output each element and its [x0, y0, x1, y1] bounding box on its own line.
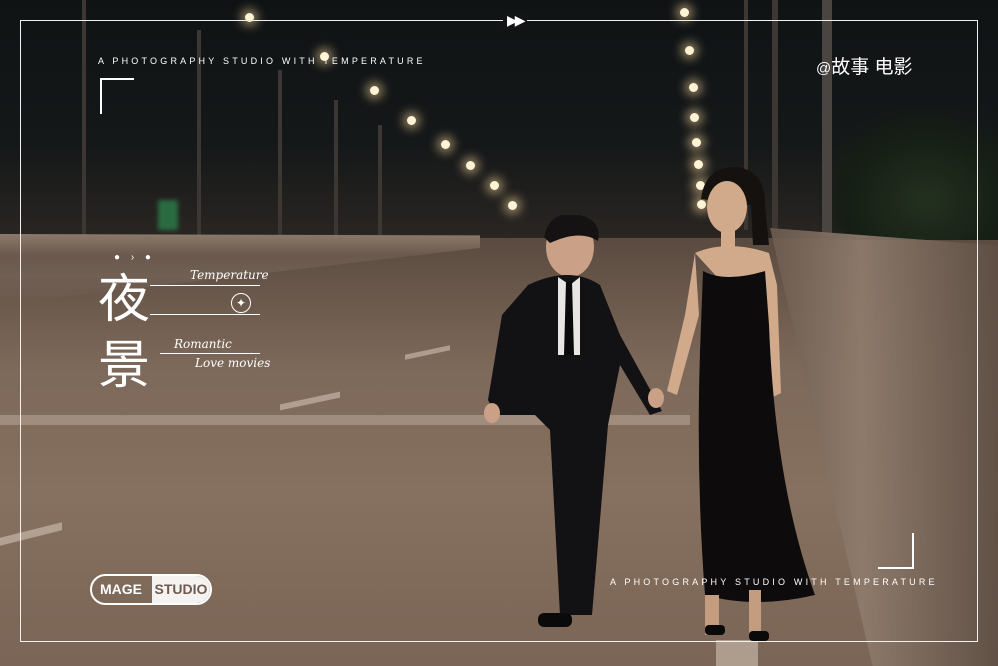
- script-temperature: Temperature: [190, 268, 269, 282]
- credit-label: @故事 电影: [816, 52, 913, 79]
- script-romantic: Romantic: [174, 337, 232, 351]
- logo-left-text: MAGE: [100, 581, 142, 597]
- script-love-movies: Love movies: [195, 356, 271, 370]
- divider-line: [150, 314, 260, 315]
- outer-frame: [20, 20, 978, 642]
- photo-canvas: ▶▶ A PHOTOGRAPHY STUDIO WITH TEMPERATURE…: [0, 0, 998, 666]
- title-char-night: 夜: [98, 270, 151, 330]
- street-lamp: [680, 8, 689, 17]
- at-symbol: @: [816, 60, 832, 77]
- credit-text: 故事 电影: [831, 57, 913, 78]
- fast-forward-icon: ▶▶: [503, 12, 527, 29]
- dots-decoration: ● › ●: [114, 252, 155, 263]
- bottom-tagline: A PHOTOGRAPHY STUDIO WITH TEMPERATURE: [610, 577, 938, 587]
- logo-right-text: STUDIO: [152, 576, 210, 603]
- studio-logo: MAGE STUDIO: [90, 574, 212, 605]
- four-point-star-icon: ✦: [231, 293, 251, 313]
- corner-bracket-top-left: [100, 78, 134, 114]
- corner-bracket-bottom-right: [878, 533, 914, 569]
- top-tagline: A PHOTOGRAPHY STUDIO WITH TEMPERATURE: [98, 56, 426, 66]
- divider-line: [160, 353, 260, 354]
- divider-line: [150, 285, 260, 286]
- title-char-scene: 景: [98, 336, 151, 396]
